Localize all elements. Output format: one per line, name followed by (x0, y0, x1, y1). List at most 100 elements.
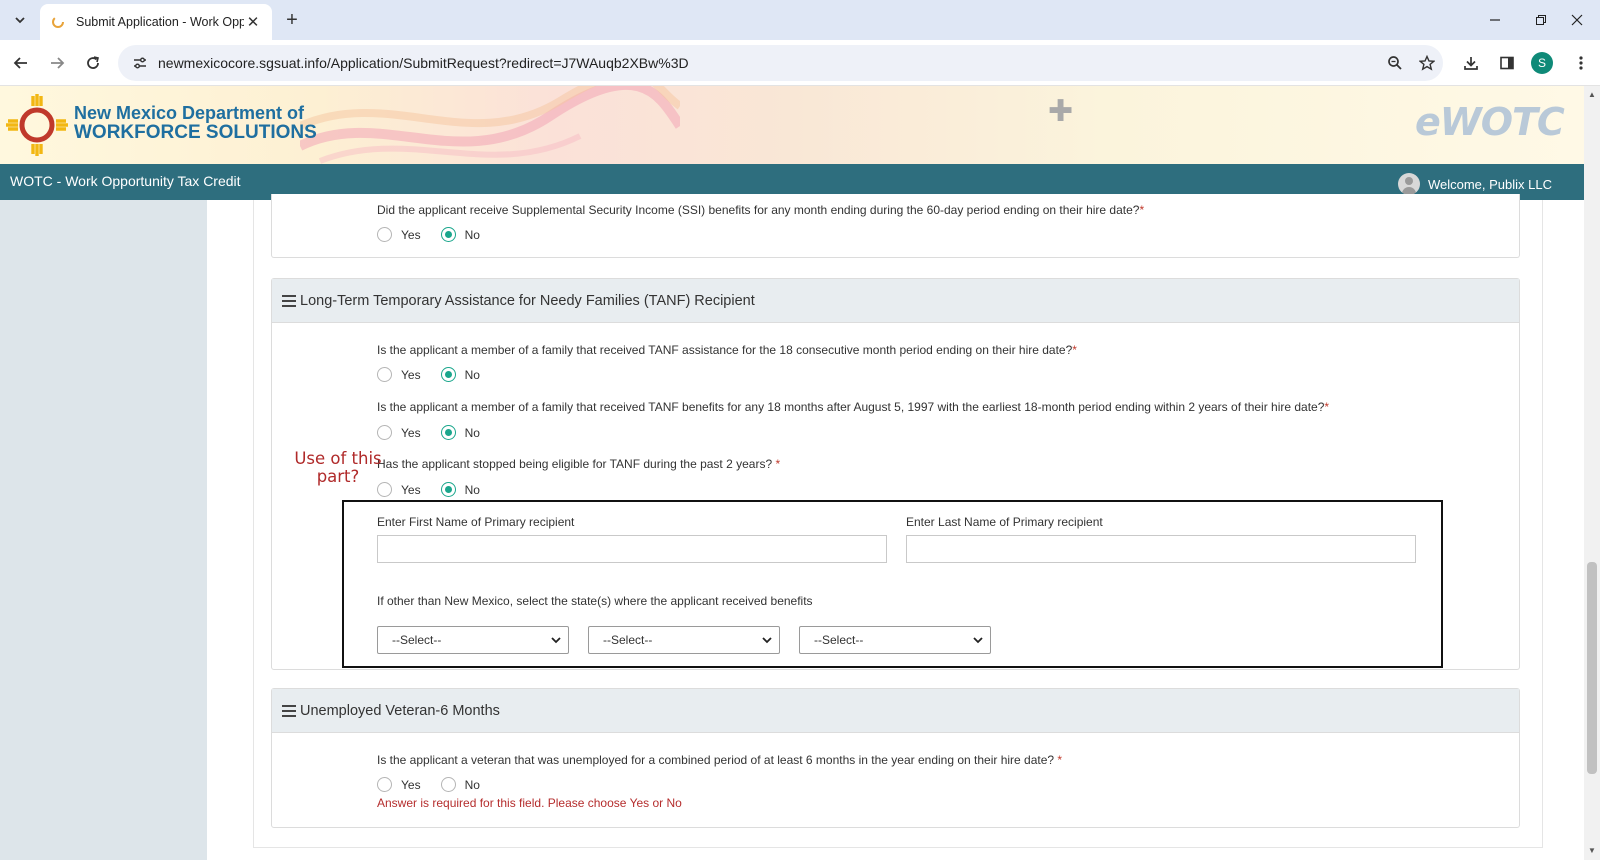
ssi-no-radio[interactable] (440, 227, 456, 242)
tab-close-icon[interactable]: ✕ (244, 13, 262, 31)
tanf-section-title: Long-Term Temporary Assistance for Needy… (300, 292, 755, 309)
left-sidebar (0, 200, 207, 860)
page-scrollbar[interactable]: ▲ ▼ (1584, 86, 1600, 860)
arrow-left-icon (13, 57, 27, 69)
tab-search-button[interactable] (8, 8, 32, 32)
minimize-button[interactable] (1472, 0, 1518, 40)
scrollbar-thumb[interactable] (1587, 562, 1597, 774)
tanf-q3-no-radio[interactable] (440, 482, 456, 497)
minimize-icon (1490, 19, 1500, 21)
list-icon (282, 704, 296, 717)
required-mark: * (1072, 343, 1077, 357)
tanf-q1-no-radio[interactable] (440, 367, 456, 382)
ssi-radio-group: Yes No (377, 227, 500, 242)
user-avatar-icon (1397, 173, 1420, 195)
annotation-line2: part? (316, 467, 360, 486)
download-icon[interactable] (1458, 50, 1484, 76)
tab-title: Submit Application - Work Opp (76, 15, 244, 29)
tanf-question-1: Is the applicant a member of a family th… (377, 343, 1077, 357)
browser-toolbar: newmexicocore.sgsuat.info/Application/Su… (0, 40, 1600, 86)
veteran-validation-error: Answer is required for this field. Pleas… (377, 796, 682, 810)
reload-button[interactable] (80, 50, 106, 76)
ewotc-logo: eWOTC (1415, 100, 1565, 144)
bookmark-star-icon[interactable] (1411, 47, 1443, 79)
required-mark: * (1054, 753, 1063, 767)
first-name-label: Enter First Name of Primary recipient (377, 515, 575, 529)
decorative-wave (300, 86, 680, 164)
list-icon (282, 294, 296, 307)
restore-icon (1536, 15, 1546, 25)
loading-favicon-icon (50, 14, 66, 30)
veteran-yes-radio[interactable] (377, 777, 392, 792)
chevron-down-icon (551, 637, 561, 644)
tanf-q1-radio-group: Yes No (377, 367, 500, 382)
tanf-q2-radio-group: Yes No (377, 425, 500, 440)
url-text: newmexicocore.sgsuat.info/Application/Su… (158, 55, 689, 71)
forward-button[interactable] (44, 50, 70, 76)
select-value: --Select-- (392, 633, 442, 647)
side-panel-icon[interactable] (1494, 50, 1520, 76)
required-mark: * (1324, 400, 1330, 414)
select-value: --Select-- (603, 633, 653, 647)
plus-decoration-icon: ✚ (1048, 95, 1074, 128)
chevron-down-icon (15, 17, 25, 24)
veteran-radio-group: Yes No (377, 777, 500, 792)
tanf-q2-no-radio[interactable] (440, 425, 456, 440)
arrow-right-icon (51, 57, 65, 69)
veteran-card-header: Unemployed Veteran-6 Months (272, 689, 1519, 733)
state-select-2[interactable]: --Select-- (588, 626, 780, 654)
radio-label-yes: Yes (401, 482, 421, 497)
tanf-question-3: Has the applicant stopped being eligible… (377, 457, 781, 471)
radio-label-no: No (464, 227, 480, 242)
primary-recipient-first-name-input[interactable] (377, 535, 887, 563)
more-menu-icon[interactable] (1568, 50, 1594, 76)
chevron-down-icon (973, 637, 983, 644)
annotation-note: Use of this part? (292, 450, 384, 486)
select-value: --Select-- (814, 633, 864, 647)
radio-label-no: No (464, 482, 480, 497)
tanf-q3-radio-group: Yes No (377, 482, 500, 497)
veteran-question: Is the applicant a veteran that was unem… (377, 753, 1063, 767)
site-info-icon[interactable] (130, 53, 150, 73)
browser-tab-active[interactable]: Submit Application - Work Opp ✕ (40, 4, 272, 40)
address-bar[interactable]: newmexicocore.sgsuat.info/Application/Su… (118, 45, 1443, 81)
veteran-section-title: Unemployed Veteran-6 Months (300, 702, 500, 719)
org-name-line2: WORKFORCE SOLUTIONS (74, 122, 317, 143)
browser-tab-strip: Submit Application - Work Opp ✕ + (0, 0, 1600, 40)
tanf-q1-yes-radio[interactable] (377, 367, 392, 382)
back-button[interactable] (8, 50, 34, 76)
primary-recipient-last-name-input[interactable] (906, 535, 1416, 563)
required-mark: * (772, 457, 781, 471)
site-header-banner: New Mexico Department of WORKFORCE SOLUT… (0, 86, 1584, 164)
states-label: If other than New Mexico, select the sta… (377, 594, 813, 608)
state-select-3[interactable]: --Select-- (799, 626, 991, 654)
chevron-down-icon (762, 637, 772, 644)
org-logo-text: New Mexico Department of WORKFORCE SOLUT… (74, 103, 317, 143)
profile-avatar[interactable]: S (1531, 52, 1553, 74)
radio-label-yes: Yes (401, 367, 421, 382)
radio-label-yes: Yes (401, 777, 421, 792)
zoom-icon[interactable] (1379, 47, 1411, 79)
veteran-no-radio[interactable] (440, 777, 456, 792)
scroll-up-arrow-icon[interactable]: ▲ (1584, 88, 1600, 102)
scroll-down-arrow-icon[interactable]: ▼ (1584, 844, 1600, 858)
ssi-question: Did the applicant receive Supplemental S… (377, 203, 1145, 217)
required-mark: * (1139, 203, 1145, 217)
annotation-line1: Use of this (294, 449, 382, 468)
radio-label-yes: Yes (401, 227, 421, 242)
close-window-button[interactable] (1554, 0, 1600, 40)
welcome-text: Welcome, Publix LLC (1427, 176, 1552, 192)
tanf-card-header: Long-Term Temporary Assistance for Needy… (272, 279, 1519, 323)
tanf-q2-yes-radio[interactable] (377, 425, 392, 440)
last-name-label: Enter Last Name of Primary recipient (906, 515, 1103, 529)
radio-label-no: No (464, 367, 480, 382)
ssi-yes-radio[interactable] (377, 227, 392, 242)
tanf-question-2: Is the applicant a member of a family th… (377, 400, 1330, 414)
radio-label-yes: Yes (401, 425, 421, 440)
new-tab-button[interactable]: + (280, 8, 304, 32)
close-icon (1571, 14, 1583, 26)
state-select-1[interactable]: --Select-- (377, 626, 569, 654)
reload-icon (87, 56, 99, 69)
zia-sun-logo-icon (6, 94, 68, 156)
user-menu[interactable]: Welcome, Publix LLC (1397, 173, 1552, 195)
